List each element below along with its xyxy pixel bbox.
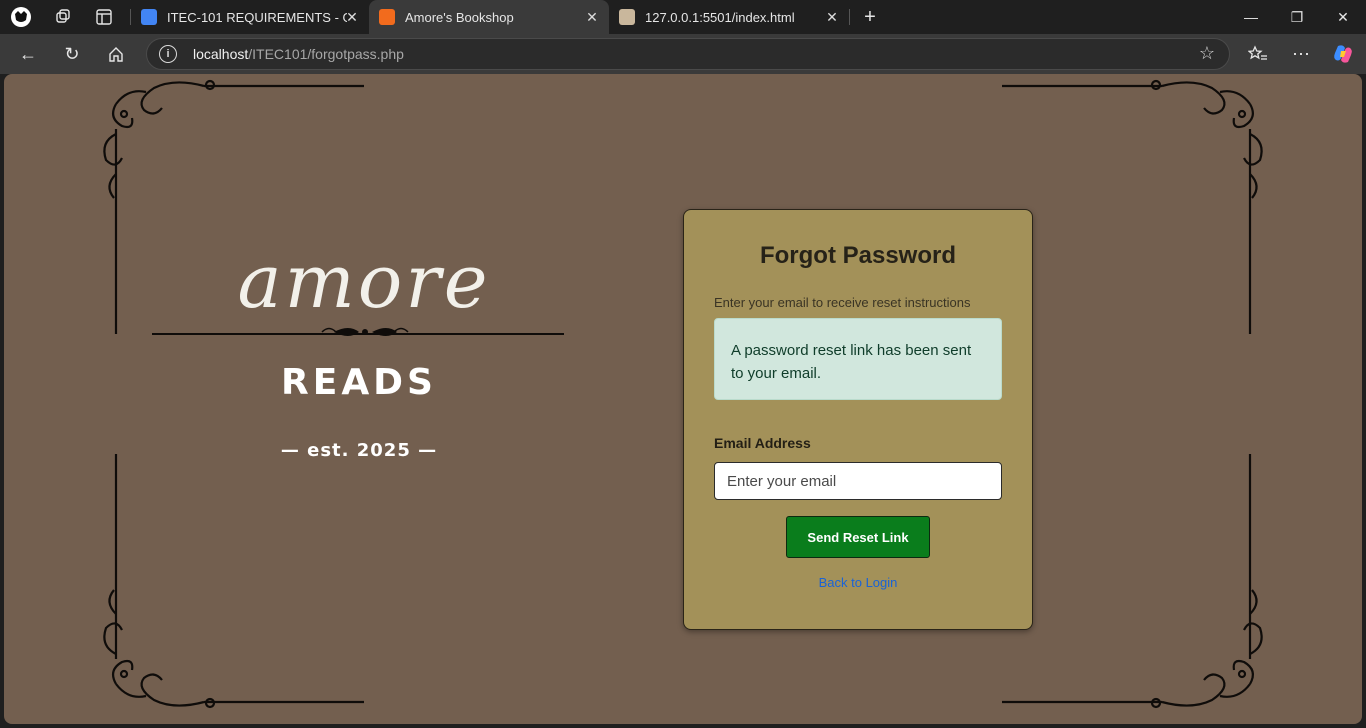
reload-icon[interactable]: ↻ (57, 39, 87, 69)
brand-established: — est. 2025 — (280, 440, 438, 461)
tab-itec-requirements[interactable]: ITEC-101 REQUIREMENTS - Goog ✕ (131, 0, 369, 34)
navigation-bar: ← ↻ i localhost/ITEC101/forgotpass.php ☆… (0, 34, 1366, 74)
tab-title: Amore's Bookshop (405, 9, 514, 25)
email-label: Email Address (714, 435, 811, 451)
more-menu-icon[interactable]: ⋯ (1286, 39, 1316, 69)
favorite-star-icon[interactable]: ☆ (1199, 43, 1215, 64)
brand-logo-script: amore (237, 239, 491, 325)
url-path: /ITEC101/forgotpass.php (248, 46, 404, 62)
page-viewport: amore READS — est. 2025 — Forgot Passwor… (4, 74, 1362, 724)
form-subtitle: Enter your email to receive reset instru… (714, 295, 971, 310)
email-field[interactable] (714, 462, 1002, 500)
google-docs-icon (141, 9, 157, 25)
tab-local-index[interactable]: 127.0.0.1:5501/index.html ✕ (609, 0, 849, 34)
tab-separator (849, 9, 850, 25)
tab-strip: ITEC-101 REQUIREMENTS - Goog ✕ Amore's B… (0, 0, 1366, 34)
favorites-icon[interactable] (1243, 39, 1273, 69)
send-reset-link-button[interactable]: Send Reset Link (786, 516, 930, 558)
back-icon[interactable]: ← (13, 39, 43, 69)
site-info-icon[interactable]: i (159, 45, 177, 63)
xampp-icon (379, 9, 395, 25)
success-alert: A password reset link has been sent to y… (714, 318, 1002, 400)
new-tab-icon[interactable]: + (859, 6, 881, 28)
close-tab-icon[interactable]: ✕ (583, 8, 601, 26)
close-tab-icon[interactable]: ✕ (343, 8, 361, 26)
home-icon[interactable] (101, 39, 131, 69)
tab-title: 127.0.0.1:5501/index.html (645, 9, 795, 25)
close-window-icon[interactable]: ✕ (1320, 0, 1366, 34)
address-bar[interactable]: i localhost/ITEC101/forgotpass.php ☆ (146, 38, 1230, 70)
forgot-password-card: Forgot Password Enter your email to rece… (683, 209, 1033, 630)
workspaces-icon[interactable] (52, 6, 74, 28)
page-favicon-icon (619, 9, 635, 25)
brand-reads: READS (281, 362, 437, 403)
url-host: localhost (193, 46, 249, 62)
profile-icon[interactable] (10, 6, 32, 28)
tab-title: ITEC-101 REQUIREMENTS - Goog (167, 9, 347, 25)
close-tab-icon[interactable]: ✕ (823, 8, 841, 26)
tab-amores-bookshop[interactable]: Amore's Bookshop ✕ (369, 0, 609, 34)
copilot-icon[interactable] (1328, 39, 1358, 69)
restore-icon[interactable]: ❐ (1274, 0, 1320, 34)
url-text[interactable]: localhost/ITEC101/forgotpass.php (193, 46, 404, 62)
vertical-tabs-icon[interactable] (93, 6, 115, 28)
form-title: Forgot Password (759, 242, 957, 269)
minimize-icon[interactable]: — (1228, 0, 1274, 34)
back-to-login-link[interactable]: Back to Login (684, 575, 1032, 590)
